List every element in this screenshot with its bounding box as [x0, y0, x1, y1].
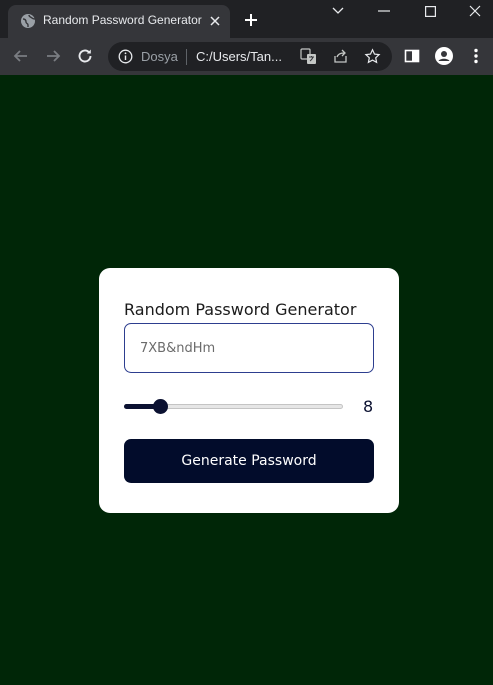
close-icon[interactable] [207, 13, 223, 29]
share-icon[interactable] [332, 48, 349, 65]
slider-thumb[interactable] [153, 399, 169, 414]
length-value: 8 [363, 397, 374, 416]
address-bar[interactable]: Dosya C:/Users/Tan... [108, 42, 392, 71]
browser-tabstrip: Random Password Generator [0, 0, 493, 38]
profile-icon[interactable] [434, 46, 454, 66]
password-field[interactable] [124, 323, 374, 373]
translate-icon[interactable] [300, 48, 317, 65]
password-generator-card: Random Password Generator 8 Generate Pas… [99, 268, 399, 513]
browser-tab[interactable]: Random Password Generator [8, 5, 230, 38]
address-separator [186, 49, 187, 65]
window-close-icon[interactable] [452, 0, 493, 22]
info-icon[interactable] [118, 49, 133, 64]
generate-password-button[interactable]: Generate Password [124, 439, 374, 483]
side-panel-icon[interactable] [402, 46, 422, 66]
globe-icon [20, 13, 36, 29]
back-arrow-icon[interactable] [11, 46, 31, 66]
maximize-icon[interactable] [407, 0, 453, 22]
browser-toolbar: Dosya C:/Users/Tan... [0, 38, 493, 75]
more-vert-icon[interactable] [466, 46, 486, 66]
star-icon[interactable] [364, 48, 381, 65]
url-text[interactable]: C:/Users/Tan... [196, 49, 282, 64]
minimize-icon[interactable] [361, 0, 407, 22]
forward-arrow-icon[interactable] [43, 46, 63, 66]
page-title: Random Password Generator [124, 300, 357, 319]
tab-title: Random Password Generator [43, 13, 202, 27]
site-label: Dosya [141, 49, 178, 64]
plus-icon[interactable] [242, 11, 260, 29]
chevron-down-icon[interactable] [315, 0, 361, 22]
reload-icon[interactable] [75, 46, 95, 66]
